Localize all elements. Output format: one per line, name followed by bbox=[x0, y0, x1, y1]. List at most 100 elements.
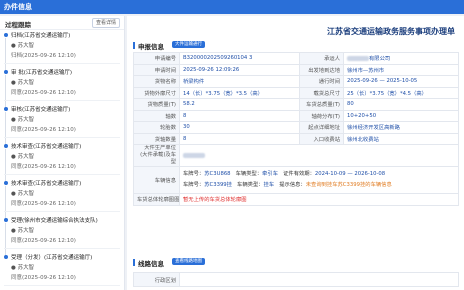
cargo-axles-value: 8 bbox=[179, 132, 300, 145]
route-value: 徐州市—苏州市 bbox=[343, 63, 459, 76]
cargo-name-label: 货物名称 bbox=[133, 75, 180, 88]
apply-time-value: 2025-09-26 12:09:26 bbox=[179, 63, 300, 76]
document-title: 江苏省交通运输政务服务事项办理单 bbox=[327, 27, 455, 36]
vehicle-info-label: 车辆信息 bbox=[133, 166, 180, 194]
tip-value: 未查询到挂车苏C3399挂的车辆信息 bbox=[305, 182, 392, 188]
step-node: 技术审查(江苏省交通运输厅) bbox=[11, 181, 82, 187]
step-result: 同意(2025-09-26 12:10) bbox=[11, 275, 76, 281]
user-icon: ● bbox=[11, 265, 16, 271]
entry-station-value: 徐州北收费站 bbox=[343, 132, 459, 145]
cargo-weight-label: 货物质量(T) bbox=[133, 98, 180, 111]
tyres-value: 30 bbox=[179, 121, 300, 134]
step-dot bbox=[4, 255, 8, 259]
step-divider bbox=[4, 248, 120, 249]
main-panel: 申报信息 大件运输通行 江苏省交通运输政务服务事项办理单 申请编号 B32000… bbox=[127, 16, 464, 290]
tractor-type-value: 牵引车 bbox=[262, 171, 279, 177]
view-detail-button[interactable]: 查看详情 bbox=[91, 18, 120, 28]
route-label: 出发地到达地 bbox=[299, 63, 344, 76]
process-title: 过程跟踪 bbox=[5, 21, 31, 29]
entry-station-label: 入口收费站 bbox=[299, 132, 344, 145]
app-title: 办件信息 bbox=[4, 3, 32, 11]
step-handler: ● 苏大智 bbox=[11, 152, 34, 160]
process-panel: 过程跟踪 查看详情 归档(江苏省交通运输厅) ● 苏大智 归档(2025-09-26… bbox=[0, 16, 125, 290]
apply-time-label: 申请时间 bbox=[133, 63, 180, 76]
section-marker bbox=[133, 42, 135, 49]
process-step: 技术审查(江苏省交通运输厅) ● 苏大智同意(2025-09-26 12:10) bbox=[0, 141, 124, 185]
process-step: 归档(江苏省交通运输厅) ● 苏大智 归档(2025-09-26 12:10) bbox=[0, 30, 124, 74]
total-weight-value: 80 bbox=[343, 98, 459, 111]
pass-period-value: 2025-09-26 — 2025-10-05 bbox=[343, 75, 459, 88]
user-icon: ● bbox=[11, 80, 16, 86]
step-handler: ● 苏大智 bbox=[11, 226, 34, 234]
step-dot bbox=[4, 107, 8, 111]
axle-load-value: 10+20+50 bbox=[343, 109, 459, 122]
origin-address-label: 起点详细地址 bbox=[299, 121, 344, 134]
step-handler: ● 苏大智 bbox=[11, 41, 34, 49]
pass-period-label: 通行时间 bbox=[299, 75, 344, 88]
carrier-label: 承运人 bbox=[299, 52, 344, 65]
trailer-type-label: 车辆类型： bbox=[237, 182, 264, 188]
step-dot bbox=[4, 33, 8, 37]
load-dim-label: 载货总尺寸 bbox=[299, 86, 344, 99]
view-route-map-button[interactable]: 查看线路地图 bbox=[172, 258, 205, 265]
cert-period-value: 2024-10-09 — 2026-10-08 bbox=[314, 171, 386, 177]
tyres-label: 轮胎数 bbox=[133, 121, 180, 134]
step-node: 受理（分发）(江苏省交通运输厅) bbox=[11, 255, 93, 261]
outline-photo-label: 车货总体轮廓图图片 bbox=[133, 193, 180, 206]
step-divider bbox=[4, 285, 120, 286]
user-icon: ● bbox=[11, 43, 16, 49]
trailer-plate-value: 苏C3399挂 bbox=[204, 182, 232, 188]
step-result: 同意(2025-09-26 12:10) bbox=[11, 164, 76, 170]
process-step: 审核(江苏省交通运输厅) ● 苏大智 同意(2025-09-26 12:10) bbox=[0, 104, 124, 148]
tractor-plate-value: 苏C3U868 bbox=[204, 171, 231, 177]
carrier-value: 有限公司 bbox=[369, 56, 391, 63]
blurred-text bbox=[347, 56, 369, 62]
tip-label: 提示信息： bbox=[279, 182, 306, 188]
apply-no-label: 申请编号 bbox=[133, 52, 180, 65]
step-node: 技术审查(江苏省交通运输厅) bbox=[11, 144, 82, 150]
step-dot bbox=[4, 181, 8, 185]
process-step: 受理（分发）(江苏省交通运输厅) ● 苏大智同意(2025-09-26 12:10… bbox=[0, 252, 124, 290]
step-divider bbox=[4, 63, 120, 64]
tractor-plate-label: 车牌号： bbox=[183, 171, 205, 177]
step-result: 同意(2025-09-26 12:10) bbox=[11, 90, 76, 96]
step-divider bbox=[4, 137, 120, 138]
axles-label: 轴数 bbox=[133, 109, 180, 122]
step-handler: ● 苏大智 bbox=[11, 115, 34, 123]
district-label: 行政区划 bbox=[133, 272, 180, 287]
trailer-plate-label: 车牌号： bbox=[183, 182, 205, 188]
step-node: 审 批(江苏省交通运输厅) bbox=[11, 70, 73, 76]
trailer-type-value: 挂车 bbox=[263, 182, 275, 188]
top-bar: 办件信息 bbox=[0, 0, 464, 14]
cargo-weight-value: 58.2 bbox=[179, 98, 300, 111]
step-divider bbox=[4, 174, 120, 175]
cert-period-label: 证件有效期： bbox=[283, 171, 315, 177]
process-step: 审 批(江苏省交通运输厅) ● 苏大智同意(2025-09-26 12:10) bbox=[0, 67, 124, 111]
step-handler-name: 苏大智 bbox=[17, 191, 35, 197]
step-node: 受理(徐州市交通运输综合执法支队) bbox=[11, 218, 98, 224]
step-handler-name: 苏大智 bbox=[17, 154, 35, 160]
step-result: 同意(2025-09-26 12:10) bbox=[11, 201, 76, 207]
section-title-apply: 申报信息 bbox=[138, 43, 164, 51]
axles-value: 8 bbox=[179, 109, 300, 122]
step-handler-name: 苏大智 bbox=[17, 117, 35, 123]
apply-info-table: 申请编号 B320000202509260104 3 承运人 有限公司 申请时间… bbox=[133, 52, 459, 206]
vehicle-info-cell: 车牌号：苏C3U868 车辆类型：牵引车 证件有效期：2024-10-09 — … bbox=[179, 166, 459, 194]
tractor-type-label: 车辆类型： bbox=[235, 171, 263, 177]
step-handler-name: 苏大智 bbox=[17, 43, 35, 49]
step-handler-name: 苏大智 bbox=[17, 265, 35, 271]
apply-type-badge: 大件运输通行 bbox=[172, 41, 205, 48]
user-icon: ● bbox=[11, 154, 16, 160]
step-handler-name: 苏大智 bbox=[17, 80, 35, 86]
blurred-text bbox=[183, 152, 205, 158]
step-handler: ● 苏大智 bbox=[11, 263, 34, 271]
outline-photo-value: 暂无上传的车货总体轮廓图 bbox=[179, 193, 459, 206]
step-result: 同意(2025-09-26 12:10) bbox=[11, 127, 76, 133]
cargo-name-value: 桥梁构件 bbox=[179, 75, 300, 88]
process-step: 技术审查(江苏省交通运输厅) ● 苏大智 同意(2025-09-26 12:10) bbox=[0, 178, 124, 222]
cargo-dim-value: 14（长）*3.75（宽）*3.5（高） bbox=[179, 86, 300, 99]
manufacturer-label: 大件生产单位(大件承载)及车型 bbox=[133, 144, 180, 167]
section-title-route: 线路信息 bbox=[138, 260, 164, 268]
total-weight-label: 车货总质量(T) bbox=[299, 98, 344, 111]
step-node: 归档(江苏省交通运输厅) bbox=[11, 33, 71, 39]
